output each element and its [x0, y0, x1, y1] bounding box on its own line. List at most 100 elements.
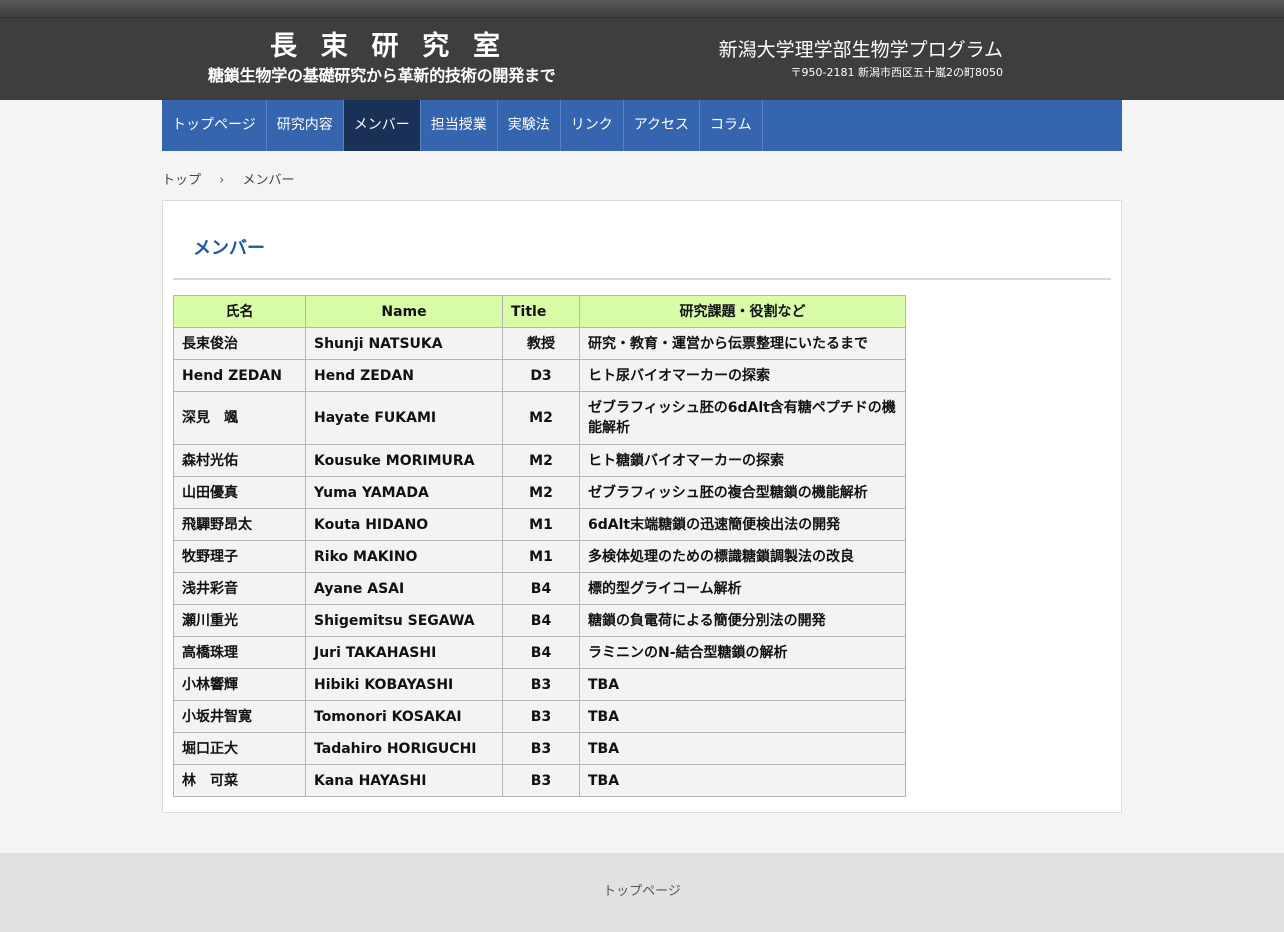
member-name-ja: 森村光佑 — [173, 444, 306, 477]
member-name-en: Tadahiro HORIGUCHI — [305, 732, 503, 765]
column-header: Name — [305, 295, 503, 328]
member-title: M1 — [502, 540, 580, 573]
member-name-ja: Hend ZEDAN — [173, 359, 306, 392]
member-topic: 糖鎖の負電荷による簡便分別法の開発 — [579, 604, 906, 637]
footer-top-link[interactable]: トップページ — [0, 883, 1284, 901]
member-topic: ゼブラフィッシュ胚の複合型糖鎖の機能解析 — [579, 476, 906, 509]
table-row: 深見 颯 Hayate FUKAMI M2 ゼブラフィッシュ胚の6dAlt含有糖ペプチ… — [173, 391, 906, 445]
member-title: B3 — [502, 700, 580, 733]
title-divider — [173, 278, 1111, 280]
member-topic: TBA — [579, 700, 906, 733]
members-table: 氏名 Name Title 研究課題・役割など 長束俊治 Shunji NATSU… — [173, 295, 906, 797]
lab-logo-subtitle: 糖鎖生物学の基礎研究から革新的技術の開発まで — [208, 66, 556, 85]
nav-item-column[interactable]: コラム — [700, 100, 763, 151]
member-title: B3 — [502, 668, 580, 701]
member-name-en: Tomonori KOSAKAI — [305, 700, 503, 733]
nav-item-members[interactable]: メンバー — [343, 100, 421, 151]
member-name-ja: 高橋珠理 — [173, 636, 306, 669]
table-row: 小林響輝 Hibiki KOBAYASHI B3 TBA — [173, 668, 906, 701]
nav-item-access[interactable]: アクセス — [624, 100, 701, 151]
column-header: 研究課題・役割など — [579, 295, 906, 328]
member-name-en: Shigemitsu SEGAWA — [305, 604, 503, 637]
member-topic: ヒト尿バイオマーカーの探索 — [579, 359, 906, 392]
member-title: B4 — [502, 636, 580, 669]
table-row: 林 可菜 Kana HAYASHI B3 TBA — [173, 764, 906, 797]
member-name-en: Juri TAKAHASHI — [305, 636, 503, 669]
member-name-ja: 深見 颯 — [173, 391, 306, 445]
member-topic: TBA — [579, 668, 906, 701]
breadcrumb-separator: › — [219, 173, 225, 188]
site-header: 長 束 研 究 室 糖鎖生物学の基礎研究から革新的技術の開発まで 新潟大学理学部… — [0, 18, 1284, 100]
nav-item-top[interactable]: トップページ — [162, 100, 267, 151]
breadcrumb-home-link[interactable]: トップ — [162, 173, 201, 188]
member-name-en: Kana HAYASHI — [305, 764, 503, 797]
table-row: 高橋珠理 Juri TAKAHASHI B4 ラミニンのN-結合型糖鎖の解析 — [173, 636, 906, 669]
top-bar — [0, 0, 1284, 18]
organization-address: 〒950-2181 新潟市西区五十嵐2の町8050 — [790, 66, 1003, 79]
member-topic: TBA — [579, 764, 906, 797]
member-topic: ヒト糖鎖バイオマーカーの探索 — [579, 444, 906, 477]
table-row: 森村光佑 Kousuke MORIMURA M2 ヒト糖鎖バイオマーカーの探索 — [173, 444, 906, 477]
member-name-ja: 飛驒野昂太 — [173, 508, 306, 541]
main-nav: トップページ 研究内容 メンバー 担当授業 実験法 リンク アクセス コラム — [162, 100, 1122, 151]
logo-char: 研 — [371, 31, 399, 62]
member-name-ja: 瀬川重光 — [173, 604, 306, 637]
nav-item-methods[interactable]: 実験法 — [498, 100, 561, 151]
member-title: M2 — [502, 476, 580, 509]
lab-logo-title[interactable]: 長 束 研 究 室 — [270, 32, 500, 62]
member-title: B3 — [502, 732, 580, 765]
member-name-ja: 浅井彩音 — [173, 572, 306, 605]
member-topic: 多検体処理のための標識糖鎖調製法の改良 — [579, 540, 906, 573]
logo-char: 束 — [320, 31, 348, 62]
member-name-en: Shunji NATSUKA — [305, 327, 503, 360]
nav-item-classes[interactable]: 担当授業 — [421, 100, 498, 151]
table-row: 長束俊治 Shunji NATSUKA 教授 研究・教育・運営から伝票整理にいたるまで — [173, 327, 906, 360]
organization-name: 新潟大学理学部生物学プログラム — [718, 39, 1003, 61]
member-title: D3 — [502, 359, 580, 392]
table-row: Hend ZEDAN Hend ZEDAN D3 ヒト尿バイオマーカーの探索 — [173, 359, 906, 392]
site-footer: トップページ — [0, 853, 1284, 932]
member-topic: 6dAlt末端糖鎖の迅速簡便検出法の開発 — [579, 508, 906, 541]
logo-char: 長 — [270, 31, 297, 62]
table-row: 山田優真 Yuma YAMADA M2 ゼブラフィッシュ胚の複合型糖鎖の機能解析 — [173, 476, 906, 509]
column-header: 氏名 — [173, 295, 306, 328]
table-row: 浅井彩音 Ayane ASAI B4 標的型グライコーム解析 — [173, 572, 906, 605]
member-name-en: Yuma YAMADA — [305, 476, 503, 509]
member-title: M2 — [502, 391, 580, 445]
member-name-ja: 牧野理子 — [173, 540, 306, 573]
member-name-en: Kouta HIDANO — [305, 508, 503, 541]
nav-item-research[interactable]: 研究内容 — [267, 100, 344, 151]
member-topic: 研究・教育・運営から伝票整理にいたるまで — [579, 327, 906, 360]
member-name-en: Hend ZEDAN — [305, 359, 503, 392]
member-name-en: Kousuke MORIMURA — [305, 444, 503, 477]
member-topic: 標的型グライコーム解析 — [579, 572, 906, 605]
table-header-row: 氏名 Name Title 研究課題・役割など — [173, 295, 906, 328]
member-title: B4 — [502, 604, 580, 637]
logo-char: 室 — [473, 31, 500, 62]
breadcrumb: トップ › メンバー — [162, 172, 295, 190]
member-name-ja: 長束俊治 — [173, 327, 306, 360]
member-name-en: Ayane ASAI — [305, 572, 503, 605]
member-name-en: Hayate FUKAMI — [305, 391, 503, 445]
logo-char: 究 — [422, 31, 450, 62]
member-title: M1 — [502, 508, 580, 541]
member-name-ja: 小坂井智寛 — [173, 700, 306, 733]
member-name-en: Riko MAKINO — [305, 540, 503, 573]
member-title: B4 — [502, 572, 580, 605]
member-title: M2 — [502, 444, 580, 477]
table-row: 飛驒野昂太 Kouta HIDANO M1 6dAlt末端糖鎖の迅速簡便検出法の開発 — [173, 508, 906, 541]
member-name-ja: 堀口正大 — [173, 732, 306, 765]
content-panel: メンバー 氏名 Name Title 研究課題・役割など 長束俊治 Shunji … — [162, 200, 1122, 813]
member-title: 教授 — [502, 327, 580, 360]
member-topic: TBA — [579, 732, 906, 765]
member-topic: ゼブラフィッシュ胚の6dAlt含有糖ペプチドの機能解析 — [579, 391, 906, 445]
member-name-en: Hibiki KOBAYASHI — [305, 668, 503, 701]
table-row: 堀口正大 Tadahiro HORIGUCHI B3 TBA — [173, 732, 906, 765]
member-name-ja: 林 可菜 — [173, 764, 306, 797]
member-title: B3 — [502, 764, 580, 797]
column-header: Title — [502, 295, 580, 328]
breadcrumb-current: メンバー — [242, 173, 295, 188]
member-name-ja: 山田優真 — [173, 476, 306, 509]
member-name-ja: 小林響輝 — [173, 668, 306, 701]
nav-item-links[interactable]: リンク — [561, 100, 624, 151]
